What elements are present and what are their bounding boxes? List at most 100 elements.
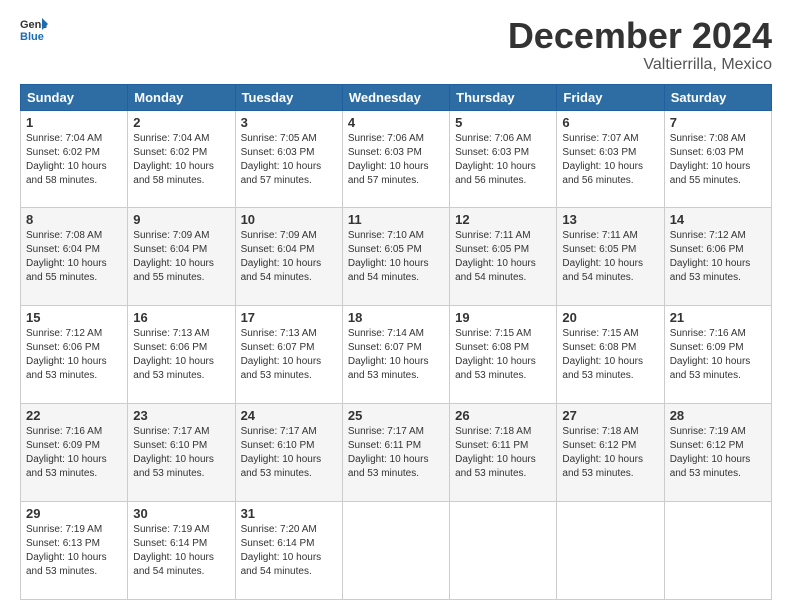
- table-row: 30Sunrise: 7:19 AM Sunset: 6:14 PM Dayli…: [128, 502, 235, 600]
- day-info: Sunrise: 7:12 AM Sunset: 6:06 PM Dayligh…: [670, 229, 766, 285]
- table-row: 3 Sunrise: 7:05 AM Sunset: 6:03 PM Daylig…: [235, 110, 342, 208]
- day-info: Sunrise: 7:16 AM Sunset: 6:09 PM Dayligh…: [26, 425, 122, 481]
- table-row: [557, 502, 664, 600]
- header-sunday: Sunday: [21, 84, 128, 110]
- table-row: 14 Sunrise: 7:12 AM Sunset: 6:06 PM Dayli…: [664, 208, 771, 306]
- day-number: 16: [133, 310, 229, 325]
- day-number: 13: [562, 212, 658, 227]
- day-info: Sunrise: 7:09 AM Sunset: 6:04 PM Dayligh…: [133, 229, 229, 285]
- table-row: 6Sunrise: 7:07 AM Sunset: 6:03 PM Daylig…: [557, 110, 664, 208]
- calendar-table: Sunday Monday Tuesday Wednesday Thursday…: [20, 84, 772, 600]
- day-number: 3: [241, 115, 337, 130]
- table-row: 19 Sunrise: 7:15 AM Sunset: 6:08 PM Dayli…: [450, 306, 557, 404]
- day-info: Sunrise: 7:20 AM Sunset: 6:14 PM Dayligh…: [241, 523, 337, 579]
- day-info: Sunrise: 7:16 AM Sunset: 6:09 PM Dayligh…: [670, 327, 766, 383]
- calendar-row: 29 Sunrise: 7:19 AM Sunset: 6:13 PM Dayli…: [21, 502, 772, 600]
- day-number: 19: [455, 310, 551, 325]
- table-row: 26Sunrise: 7:18 AM Sunset: 6:11 PM Dayli…: [450, 404, 557, 502]
- header-monday: Monday: [128, 84, 235, 110]
- day-number: 31: [241, 506, 337, 521]
- title-block: December 2024 Valtierrilla, Mexico: [508, 16, 772, 74]
- day-number: 23: [133, 408, 229, 423]
- page: General Blue December 2024 Valtierrilla,…: [0, 0, 792, 612]
- day-info: Sunrise: 7:11 AM Sunset: 6:05 PM Dayligh…: [455, 229, 551, 285]
- day-number: 21: [670, 310, 766, 325]
- day-number: 6: [562, 115, 658, 130]
- day-number: 5: [455, 115, 551, 130]
- table-row: 31 Sunrise: 7:20 AM Sunset: 6:14 PM Dayli…: [235, 502, 342, 600]
- calendar-row: 22 Sunrise: 7:16 AM Sunset: 6:09 PM Dayli…: [21, 404, 772, 502]
- day-info: Sunrise: 7:18 AM Sunset: 6:11 PM Dayligh…: [455, 425, 551, 481]
- header-thursday: Thursday: [450, 84, 557, 110]
- table-row: 11Sunrise: 7:10 AM Sunset: 6:05 PM Dayli…: [342, 208, 449, 306]
- logo: General Blue: [20, 16, 48, 44]
- day-number: 27: [562, 408, 658, 423]
- table-row: 8Sunrise: 7:08 AM Sunset: 6:04 PM Daylig…: [21, 208, 128, 306]
- table-row: 23 Sunrise: 7:17 AM Sunset: 6:10 PM Dayli…: [128, 404, 235, 502]
- table-row: 12 Sunrise: 7:11 AM Sunset: 6:05 PM Dayli…: [450, 208, 557, 306]
- day-number: 10: [241, 212, 337, 227]
- table-row: [342, 502, 449, 600]
- day-number: 24: [241, 408, 337, 423]
- day-number: 1: [26, 115, 122, 130]
- table-row: 18Sunrise: 7:14 AM Sunset: 6:07 PM Dayli…: [342, 306, 449, 404]
- day-number: 9: [133, 212, 229, 227]
- table-row: 21 Sunrise: 7:16 AM Sunset: 6:09 PM Dayli…: [664, 306, 771, 404]
- day-info: Sunrise: 7:14 AM Sunset: 6:07 PM Dayligh…: [348, 327, 444, 383]
- day-number: 20: [562, 310, 658, 325]
- day-number: 25: [348, 408, 444, 423]
- header-wednesday: Wednesday: [342, 84, 449, 110]
- table-row: 20 Sunrise: 7:15 AM Sunset: 6:08 PM Dayli…: [557, 306, 664, 404]
- table-row: 2Sunrise: 7:04 AM Sunset: 6:02 PM Daylig…: [128, 110, 235, 208]
- calendar-subtitle: Valtierrilla, Mexico: [508, 56, 772, 74]
- table-row: 10 Sunrise: 7:09 AM Sunset: 6:04 PM Dayli…: [235, 208, 342, 306]
- day-info: Sunrise: 7:12 AM Sunset: 6:06 PM Dayligh…: [26, 327, 122, 383]
- day-number: 15: [26, 310, 122, 325]
- day-number: 14: [670, 212, 766, 227]
- table-row: 7 Sunrise: 7:08 AM Sunset: 6:03 PM Daylig…: [664, 110, 771, 208]
- day-info: Sunrise: 7:04 AM Sunset: 6:02 PM Dayligh…: [26, 132, 122, 188]
- day-number: 17: [241, 310, 337, 325]
- svg-text:Blue: Blue: [20, 31, 44, 43]
- day-info: Sunrise: 7:13 AM Sunset: 6:06 PM Dayligh…: [133, 327, 229, 383]
- day-info: Sunrise: 7:19 AM Sunset: 6:12 PM Dayligh…: [670, 425, 766, 481]
- day-info: Sunrise: 7:06 AM Sunset: 6:03 PM Dayligh…: [348, 132, 444, 188]
- calendar-row: 8Sunrise: 7:08 AM Sunset: 6:04 PM Daylig…: [21, 208, 772, 306]
- header-friday: Friday: [557, 84, 664, 110]
- day-number: 2: [133, 115, 229, 130]
- day-number: 30: [133, 506, 229, 521]
- calendar-row: 1 Sunrise: 7:04 AM Sunset: 6:02 PM Daylig…: [21, 110, 772, 208]
- day-number: 7: [670, 115, 766, 130]
- table-row: 5Sunrise: 7:06 AM Sunset: 6:03 PM Daylig…: [450, 110, 557, 208]
- table-row: 22 Sunrise: 7:16 AM Sunset: 6:09 PM Dayli…: [21, 404, 128, 502]
- day-info: Sunrise: 7:17 AM Sunset: 6:10 PM Dayligh…: [133, 425, 229, 481]
- day-number: 28: [670, 408, 766, 423]
- table-row: 29 Sunrise: 7:19 AM Sunset: 6:13 PM Dayli…: [21, 502, 128, 600]
- table-row: 27Sunrise: 7:18 AM Sunset: 6:12 PM Dayli…: [557, 404, 664, 502]
- table-row: 15 Sunrise: 7:12 AM Sunset: 6:06 PM Dayli…: [21, 306, 128, 404]
- day-info: Sunrise: 7:11 AM Sunset: 6:05 PM Dayligh…: [562, 229, 658, 285]
- day-info: Sunrise: 7:19 AM Sunset: 6:13 PM Dayligh…: [26, 523, 122, 579]
- day-number: 11: [348, 212, 444, 227]
- table-row: 1 Sunrise: 7:04 AM Sunset: 6:02 PM Daylig…: [21, 110, 128, 208]
- table-row: 28 Sunrise: 7:19 AM Sunset: 6:12 PM Dayli…: [664, 404, 771, 502]
- day-number: 22: [26, 408, 122, 423]
- day-info: Sunrise: 7:09 AM Sunset: 6:04 PM Dayligh…: [241, 229, 337, 285]
- header-saturday: Saturday: [664, 84, 771, 110]
- table-row: 4 Sunrise: 7:06 AM Sunset: 6:03 PM Daylig…: [342, 110, 449, 208]
- day-info: Sunrise: 7:17 AM Sunset: 6:11 PM Dayligh…: [348, 425, 444, 481]
- day-info: Sunrise: 7:08 AM Sunset: 6:03 PM Dayligh…: [670, 132, 766, 188]
- day-number: 4: [348, 115, 444, 130]
- day-info: Sunrise: 7:15 AM Sunset: 6:08 PM Dayligh…: [562, 327, 658, 383]
- calendar-title: December 2024: [508, 16, 772, 56]
- table-row: 24Sunrise: 7:17 AM Sunset: 6:10 PM Dayli…: [235, 404, 342, 502]
- day-info: Sunrise: 7:15 AM Sunset: 6:08 PM Dayligh…: [455, 327, 551, 383]
- table-row: 13 Sunrise: 7:11 AM Sunset: 6:05 PM Dayli…: [557, 208, 664, 306]
- day-info: Sunrise: 7:05 AM Sunset: 6:03 PM Dayligh…: [241, 132, 337, 188]
- header: General Blue December 2024 Valtierrilla,…: [20, 16, 772, 74]
- table-row: 17Sunrise: 7:13 AM Sunset: 6:07 PM Dayli…: [235, 306, 342, 404]
- table-row: [450, 502, 557, 600]
- day-number: 12: [455, 212, 551, 227]
- calendar-row: 15 Sunrise: 7:12 AM Sunset: 6:06 PM Dayli…: [21, 306, 772, 404]
- day-number: 29: [26, 506, 122, 521]
